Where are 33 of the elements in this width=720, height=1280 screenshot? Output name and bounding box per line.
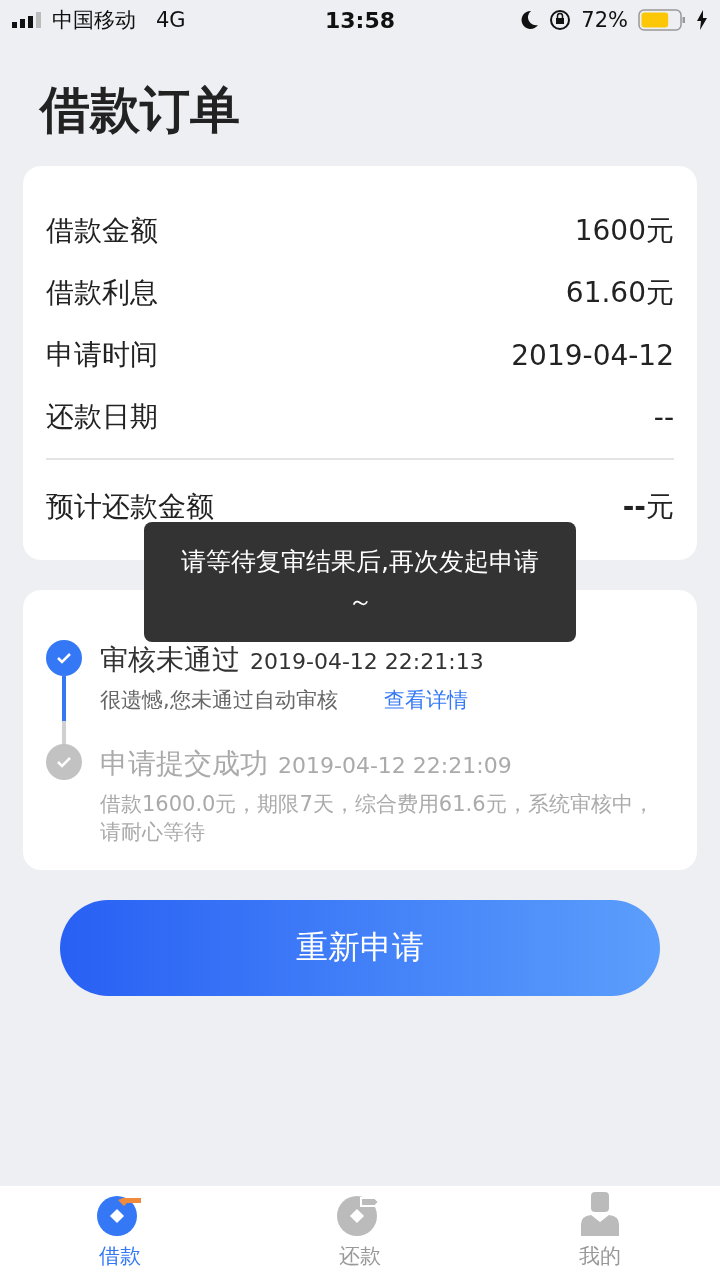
field-value: 2019-04-12	[511, 338, 674, 372]
network-type: 4G	[156, 8, 186, 32]
details-link[interactable]: 查看详情	[383, 688, 468, 712]
step-time: 2019-04-12 22:21:13	[250, 649, 484, 674]
rotation-lock-icon	[549, 9, 572, 31]
field-value: 61.60元	[565, 275, 674, 311]
field-label: 预计还款金额	[46, 489, 214, 525]
toast-message: 请等待复审结果后,再次发起申请～	[144, 522, 576, 642]
step-description: 借款1600.0元，期限7天，综合费用61.6元，系统审核中，请耐心等待	[100, 792, 654, 844]
step-description: 很遗憾,您未通过自动审核	[100, 688, 338, 712]
field-value: --元	[622, 489, 674, 525]
battery-icon	[638, 9, 686, 31]
field-value: 1600元	[574, 213, 674, 249]
charging-icon	[696, 10, 708, 30]
field-label: 借款利息	[46, 275, 158, 311]
step-title: 审核未通过	[100, 643, 240, 676]
tab-item[interactable]: 我的	[480, 1186, 720, 1280]
reapply-button[interactable]: 重新申请	[60, 900, 660, 996]
field-value: --	[653, 400, 674, 434]
tab-item[interactable]: 借款	[0, 1186, 240, 1280]
moon-icon	[521, 10, 540, 30]
tab-item[interactable]: 还款	[240, 1186, 480, 1280]
clock-time: 13:58	[325, 7, 395, 33]
page-title: 借款订单	[40, 80, 241, 140]
field-label: 还款日期	[46, 399, 158, 435]
step-time: 2019-04-12 22:21:09	[278, 753, 512, 778]
user-icon	[579, 1192, 621, 1236]
signal-icon	[12, 12, 42, 28]
step-title: 申请提交成功	[100, 747, 268, 780]
field-label: 借款金额	[46, 213, 158, 249]
carrier-name: 中国移动	[52, 7, 136, 34]
battery-percent: 72%	[581, 8, 628, 32]
field-label: 申请时间	[46, 337, 158, 373]
